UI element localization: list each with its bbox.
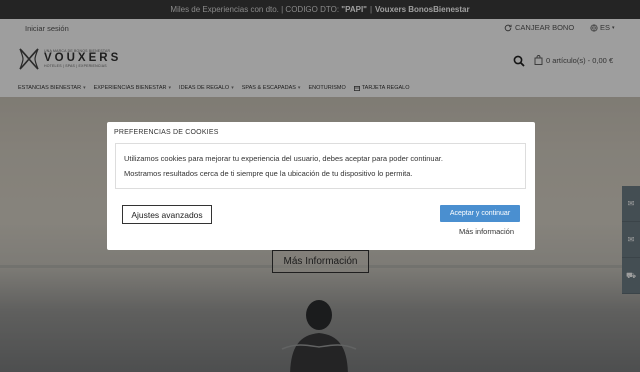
dialog-title: PREFERENCIAS DE COOKIES [114, 129, 219, 136]
cookie-message: Utilizamos cookies para mejorar tu exper… [124, 154, 443, 163]
advanced-settings-button[interactable]: Ajustes avanzados [122, 205, 212, 224]
location-message: Mostramos resultados cerca de ti siempre… [124, 169, 413, 178]
accept-continue-button[interactable]: Aceptar y continuar [440, 205, 520, 222]
dialog-message-box: Utilizamos cookies para mejorar tu exper… [115, 143, 526, 189]
more-info-link[interactable]: Más información [459, 227, 514, 236]
cookie-preferences-dialog: PREFERENCIAS DE COOKIES Utilizamos cooki… [107, 122, 535, 250]
